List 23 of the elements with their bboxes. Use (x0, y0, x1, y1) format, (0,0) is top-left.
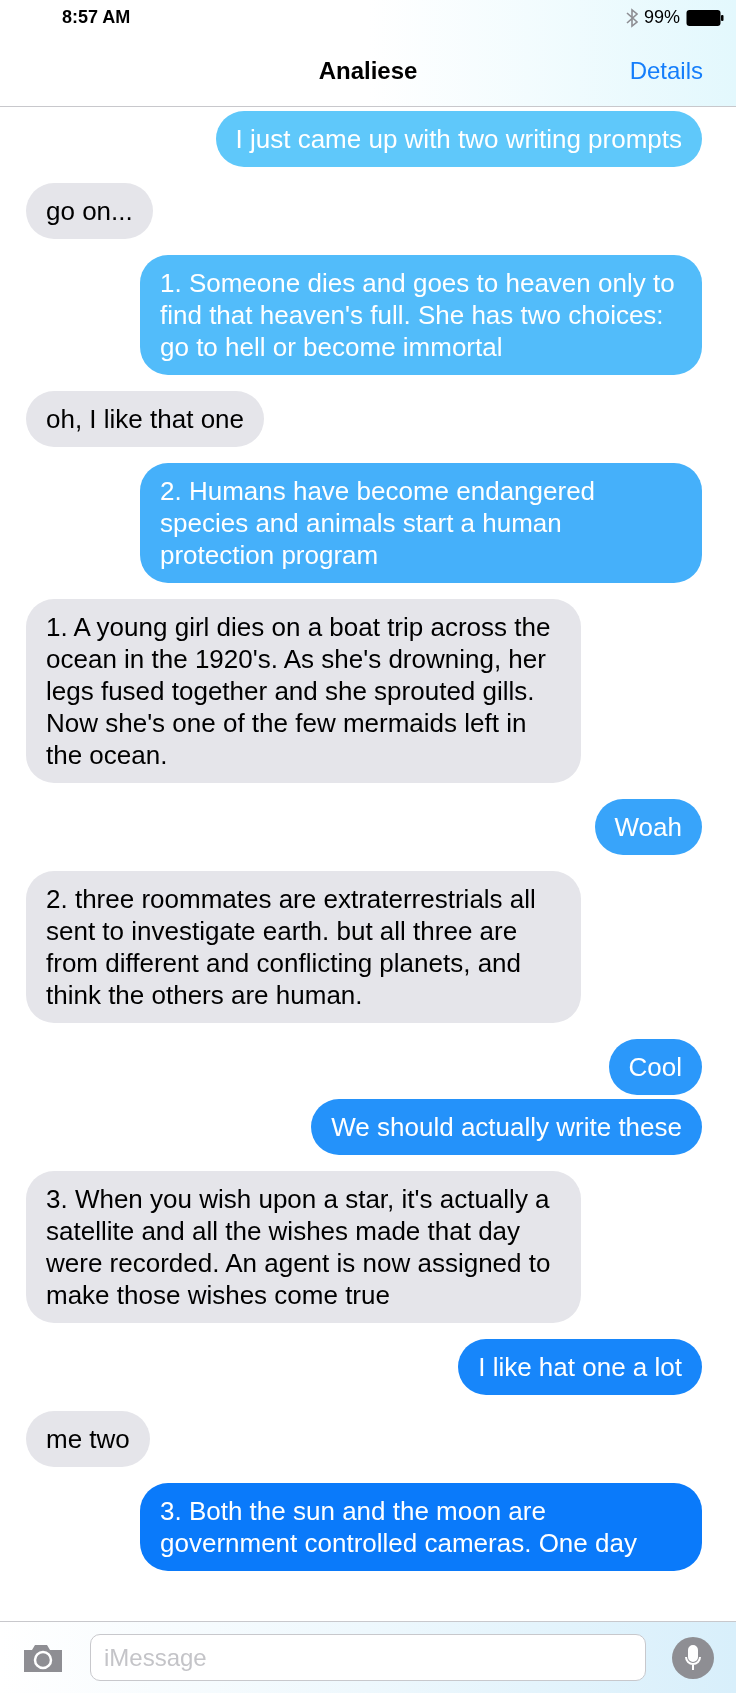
sent-message: 1. Someone dies and goes to heaven only to find that heaven's full. She has two choices: go to hell or become immortal (140, 255, 702, 375)
battery-icon (686, 8, 724, 27)
details-link[interactable]: Details (629, 52, 703, 89)
received-message: go on... (26, 183, 153, 239)
contact-name: Analiese (318, 55, 418, 86)
microphone-button[interactable] (672, 1636, 714, 1679)
microphone-icon (684, 1643, 702, 1672)
bluetooth-icon (625, 7, 638, 28)
sent-message: 2. Humans have become endangered species and animals start a human protection program (140, 463, 702, 583)
sent-message: We should actually write these (311, 1099, 702, 1155)
sent-message: Woah (594, 799, 702, 855)
received-message: 3. When you wish upon a star, it's actually a satellite and all the wishes made that day were recorded. An agent is now assigned to make those wishes come true (26, 1171, 581, 1323)
received-message: 1. A young girl dies on a boat trip across the ocean in the 1920's. As she's drowning, her legs fused together and she sprouted gills. Now she's one of the few mermaids left in the ocean. (26, 599, 581, 783)
sent-message: Cool (608, 1039, 702, 1095)
received-message: oh, I like that one (26, 391, 265, 447)
status-time: 8:57 AM (62, 6, 131, 29)
message-field[interactable]: iMessage (90, 1634, 646, 1681)
sent-message: I just came up with two writing prompts (215, 111, 702, 167)
battery-percentage: 99% (643, 6, 680, 29)
received-message: 2. three roommates are extraterrestrials all sent to investigate earth. but all three are from different and conflicting planets, and think the others are human. (26, 871, 581, 1023)
sent-message: 3. Both the sun and the moon are government controlled cameras. One day (140, 1483, 702, 1571)
received-message: me two (26, 1411, 150, 1467)
sent-message: I like hat one a lot (458, 1339, 702, 1395)
